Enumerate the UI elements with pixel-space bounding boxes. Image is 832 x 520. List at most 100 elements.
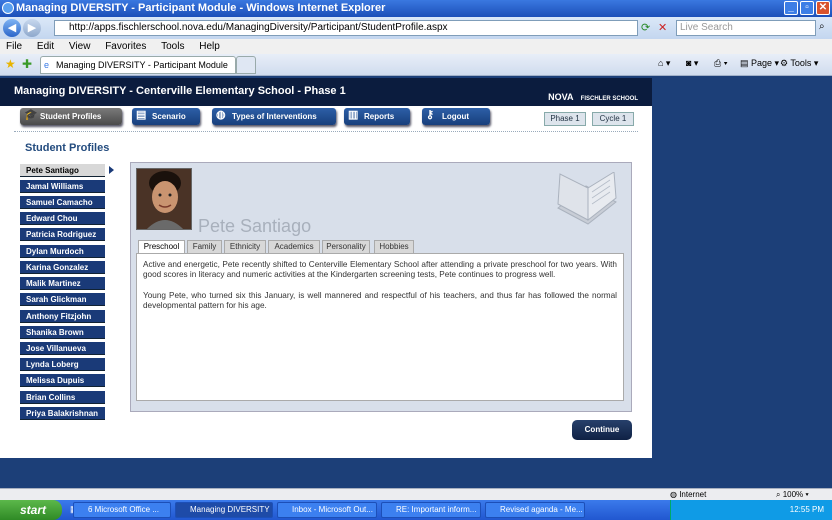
system-tray: 12:55 PM <box>670 500 832 520</box>
menu-favorites[interactable]: Favorites <box>105 41 146 52</box>
menu-edit[interactable]: Edit <box>37 41 54 52</box>
nav-types-of-interventions[interactable]: ◍ Types of Interventions <box>212 108 336 125</box>
student-item-jamal-williams[interactable]: Jamal Williams <box>20 180 105 193</box>
zoom-label: 100% <box>782 490 804 499</box>
student-item-brian-collins[interactable]: Brian Collins <box>20 391 105 404</box>
book-icon <box>554 171 620 226</box>
clock: 12:55 PM <box>789 505 824 514</box>
zoom-level[interactable]: ⌕ 100% ▾ <box>776 489 809 500</box>
app-header: Managing DIVERSITY - Centerville Element… <box>0 78 652 106</box>
nav-reports[interactable]: ▥ Reports <box>344 108 410 125</box>
tab-row: ★ ✚ e Managing DIVERSITY - Participant M… <box>0 54 832 76</box>
chart-icon: ▥ <box>348 109 359 121</box>
forward-button[interactable]: ▶ <box>23 19 41 37</box>
tab-academics[interactable]: Academics <box>268 240 320 253</box>
student-item-dylan-murdoch[interactable]: Dylan Murdoch <box>20 245 105 258</box>
profile-name: Pete Santiago <box>198 216 312 236</box>
zone-label: Internet <box>679 490 707 499</box>
nav-student-profiles[interactable]: 🎓 Student Profiles <box>20 108 122 125</box>
menu-file[interactable]: File <box>6 41 22 52</box>
student-item-karina-gonzalez[interactable]: Karina Gonzalez <box>20 261 105 274</box>
selected-arrow-icon <box>109 166 114 174</box>
login-prefix: You are logged in as <box>16 448 89 457</box>
task-revised-agenda[interactable]: Revised aganda - Me... <box>485 502 585 518</box>
browser-tab-active[interactable]: e Managing DIVERSITY - Participant Modul… <box>40 56 236 74</box>
print-icon[interactable]: ⎙ ▾ <box>714 58 727 69</box>
window-title: Managing DIVERSITY - Participant Module … <box>16 2 386 14</box>
menu-bar: File Edit View Favorites Tools Help <box>0 39 832 54</box>
home-icon[interactable]: ⌂ ▾ <box>658 58 670 69</box>
search-icon[interactable]: ⌕ <box>819 21 825 32</box>
page-icon: e <box>44 60 50 70</box>
taskbar: start ▦ 6 Microsoft Office ... Managing … <box>0 500 832 520</box>
tab-family[interactable]: Family <box>187 240 222 253</box>
refresh-icon[interactable]: ⟳ <box>641 21 650 34</box>
start-button[interactable]: start <box>0 500 62 520</box>
fischler-logo-text: FISCHLER SCHOOL <box>580 96 638 102</box>
feeds-icon[interactable]: ◙ ▾ <box>686 58 698 69</box>
student-item-priya-balakrishnan[interactable]: Priya Balakrishnan <box>20 407 105 420</box>
status-bar: ◍ Internet ⌕ 100% ▾ <box>0 488 832 500</box>
stop-icon[interactable]: ✕ <box>658 21 667 34</box>
student-item-sarah-glickman[interactable]: Sarah Glickman <box>20 293 105 306</box>
student-item-melissa-dupuis[interactable]: Melissa Dupuis <box>20 374 105 387</box>
nav-scenario[interactable]: ▤ Scenario <box>132 108 200 125</box>
tab-ethnicity[interactable]: Ethnicity <box>224 240 266 253</box>
address-row: ◀ ▶ http://apps.fischlerschool.nova.edu/… <box>0 17 832 39</box>
student-item-patricia-rodriguez[interactable]: Patricia Rodriguez <box>20 228 105 241</box>
profile-paragraph-2: Young Pete, who turned six this January,… <box>143 290 617 311</box>
student-item-malik-martinez[interactable]: Malik Martinez <box>20 277 105 290</box>
login-info: You are logged in as Yamiry Paredes of G… <box>16 448 199 457</box>
tools-menu-label: Tools <box>790 58 812 68</box>
address-input[interactable]: http://apps.fischlerschool.nova.edu/Mana… <box>54 20 638 36</box>
nav-label: Scenario <box>152 112 186 121</box>
continue-button[interactable]: Continue <box>572 420 632 440</box>
add-favorites-icon[interactable]: ✚ <box>22 57 32 71</box>
menu-tools[interactable]: Tools <box>161 41 184 52</box>
submission-deadline: Submission Deadline: 9/6/2009 <box>524 448 635 457</box>
nav-label: Logout <box>442 112 470 121</box>
profile-paragraph-1: Active and energetic, Pete recently shif… <box>143 260 617 280</box>
task-inbox[interactable]: Inbox - Microsoft Out... <box>277 502 377 518</box>
tab-personality[interactable]: Personality <box>322 240 370 253</box>
new-tab-button[interactable] <box>236 56 256 74</box>
student-item-shanika-brown[interactable]: Shanika Brown <box>20 326 105 339</box>
student-item-edward-chou[interactable]: Edward Chou <box>20 212 105 225</box>
close-button[interactable]: ✕ <box>816 1 830 15</box>
tab-hobbies[interactable]: Hobbies <box>374 240 414 253</box>
cap-icon: 🎓 <box>24 109 38 121</box>
minimize-button[interactable]: _ <box>784 1 798 15</box>
globe-icon: ◍ <box>216 109 226 121</box>
student-photo <box>136 168 192 230</box>
profile-content: Active and energetic, Pete recently shif… <box>136 253 624 401</box>
task-important-info[interactable]: RE: Important inform... <box>381 502 481 518</box>
task-managing-diversity[interactable]: Managing DIVERSITY ... <box>175 502 273 518</box>
key-icon: ⚷ <box>426 109 435 121</box>
nav-logout[interactable]: ⚷ Logout <box>422 108 490 125</box>
maximize-button[interactable]: ▫ <box>800 1 814 15</box>
favorites-star-icon[interactable]: ★ <box>5 57 16 71</box>
student-item-anthony-fitzjohn[interactable]: Anthony Fitzjohn <box>20 310 105 323</box>
nav-label: Reports <box>364 112 395 121</box>
back-button[interactable]: ◀ <box>3 19 21 37</box>
document-icon: ▤ <box>136 109 147 121</box>
page-menu[interactable]: ▤ Page ▾ <box>740 58 779 69</box>
app-nav-bar: 🎓 Student Profiles ▤ Scenario ◍ Types of In… <box>14 106 638 134</box>
window-title-bar: Managing DIVERSITY - Participant Module … <box>0 0 832 17</box>
internet-zone: ◍ Internet <box>670 490 707 499</box>
student-item-pete-santiago[interactable]: Pete Santiago <box>20 164 105 177</box>
menu-view[interactable]: View <box>69 41 91 52</box>
menu-help[interactable]: Help <box>199 41 220 52</box>
student-item-lynda-loberg[interactable]: Lynda Loberg <box>20 358 105 371</box>
task-office[interactable]: 6 Microsoft Office ... <box>73 502 171 518</box>
divider <box>14 131 638 132</box>
tab-preschool[interactable]: Preschool <box>138 240 185 254</box>
search-input[interactable]: Live Search <box>676 20 816 36</box>
student-item-samuel-camacho[interactable]: Samuel Camacho <box>20 196 105 209</box>
nav-label: Types of Interventions <box>232 112 317 121</box>
page-menu-label: Page <box>751 58 773 68</box>
tools-menu[interactable]: ⚙ Tools ▾ <box>780 58 818 69</box>
app-title: Managing DIVERSITY - Centerville Element… <box>14 85 346 97</box>
nav-label: Student Profiles <box>40 112 102 121</box>
student-item-jose-villanueva[interactable]: Jose Villanueva <box>20 342 105 355</box>
